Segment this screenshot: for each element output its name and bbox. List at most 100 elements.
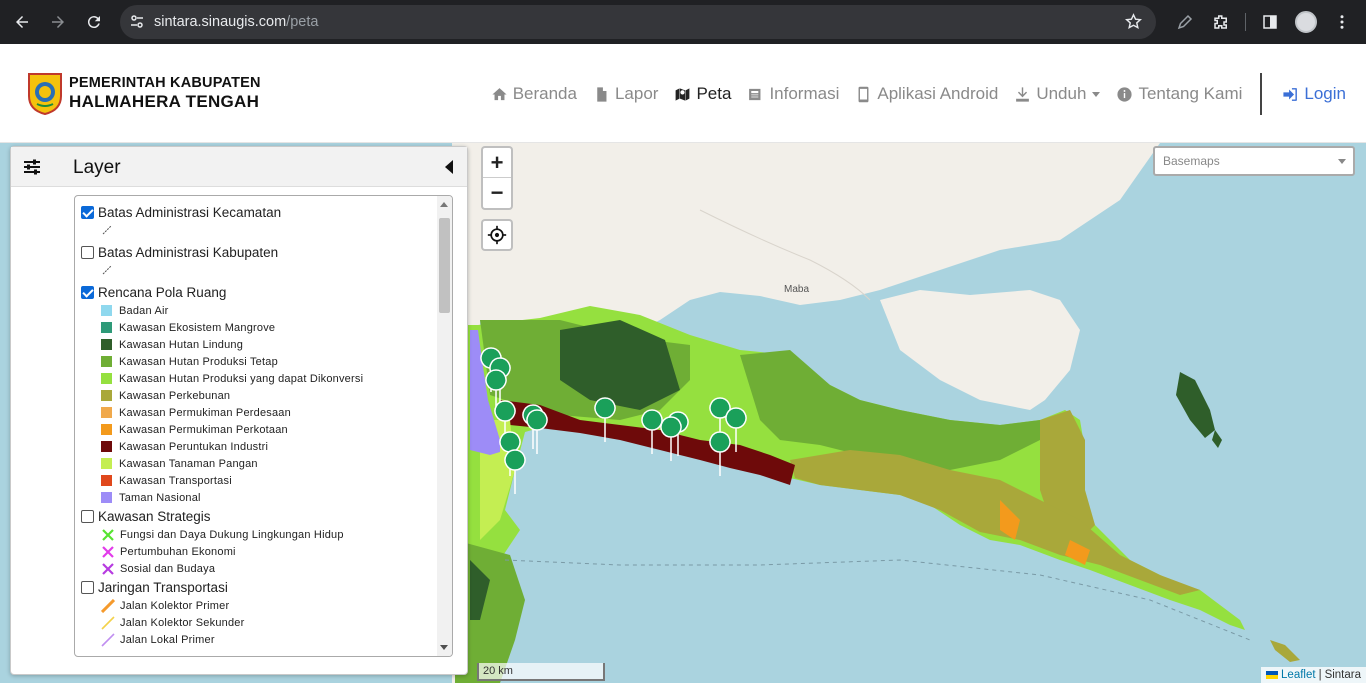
legend-item: Jalan Lokal Primer <box>81 631 439 648</box>
side-panel-icon[interactable] <box>1254 4 1286 40</box>
file-icon <box>597 86 607 102</box>
layer-checkbox[interactable] <box>81 205 94 219</box>
extensions-icon[interactable] <box>1205 4 1237 40</box>
nav-peta[interactable]: Peta <box>674 84 731 104</box>
legend-item: Pertumbuhan Ekonomi <box>81 543 439 560</box>
legend-swatch <box>101 424 112 435</box>
map-pin-icon <box>526 409 548 455</box>
home-icon <box>492 87 507 100</box>
road-line-icon <box>101 598 115 613</box>
legend-item: Taman Nasional <box>81 489 439 506</box>
legend-item: Sosial dan Budaya <box>81 560 439 577</box>
legend-label: Fungsi dan Daya Dukung Lingkungan Hidup <box>120 528 344 541</box>
legend-item: Kawasan Transportasi <box>81 472 439 489</box>
layer-toggle-kecamatan[interactable]: Batas Administrasi Kecamatan <box>81 202 439 222</box>
main-nav: Beranda Lapor Peta Informasi Aplikasi An… <box>475 73 1346 115</box>
legend-swatch <box>101 441 112 452</box>
scroll-down-icon[interactable] <box>440 645 448 650</box>
leaflet-link[interactable]: Leaflet <box>1266 669 1316 681</box>
chevron-down-icon <box>1092 91 1101 97</box>
x-mark-icon <box>102 562 114 575</box>
zoom-control: + − <box>481 146 513 210</box>
download-icon <box>1016 86 1030 102</box>
layer-panel-header: Layer <box>11 147 467 187</box>
reload-icon[interactable] <box>76 4 112 40</box>
sliders-icon[interactable] <box>23 158 41 176</box>
legend-label: Jalan Kolektor Primer <box>120 599 230 612</box>
brand-line-1: PEMERINTAH KABUPATEN <box>69 75 261 92</box>
map-pin-icon <box>709 431 731 477</box>
layer-toggle-jaringan-transportasi[interactable]: Jaringan Transportasi <box>81 577 439 597</box>
mobile-icon <box>858 86 869 102</box>
zoom-in-button[interactable]: + <box>483 148 511 178</box>
legend-swatch <box>101 305 112 316</box>
crosshair-icon <box>487 225 507 245</box>
toolbar-divider <box>1245 13 1246 31</box>
url-text[interactable]: sintara.sinaugis.com/peta <box>154 14 318 30</box>
layer-checkbox[interactable] <box>81 509 94 523</box>
pen-icon[interactable] <box>1169 4 1201 40</box>
legend-label: Kawasan Ekosistem Mangrove <box>119 321 276 334</box>
nav-beranda[interactable]: Beranda <box>491 84 577 104</box>
locate-button[interactable] <box>481 219 513 251</box>
legend-swatch <box>101 322 112 333</box>
layer-checkbox[interactable] <box>81 245 94 259</box>
legend-label: Badan Air <box>119 304 169 317</box>
legend-label: Kawasan Hutan Produksi Tetap <box>119 355 278 368</box>
layer-toggle-kawasan-strategis[interactable]: Kawasan Strategis <box>81 506 439 526</box>
legend-label: Kawasan Tanaman Pangan <box>119 457 258 470</box>
legend-swatch <box>101 339 112 350</box>
layer-toggle-pola-ruang[interactable]: Rencana Pola Ruang <box>81 282 439 302</box>
scroll-thumb[interactable] <box>439 218 450 313</box>
boundary-line-symbol <box>81 222 439 242</box>
legend-label: Sosial dan Budaya <box>120 562 216 575</box>
legend-swatch <box>101 492 112 503</box>
legend-label: Pertumbuhan Ekonomi <box>120 545 236 558</box>
collapse-panel-icon[interactable] <box>445 160 453 174</box>
legend-swatch <box>101 475 112 486</box>
layer-toggle-kabupaten[interactable]: Batas Administrasi Kabupaten <box>81 242 439 262</box>
nav-tentang-kami[interactable]: Tentang Kami <box>1116 84 1242 104</box>
zoom-out-button[interactable]: − <box>483 178 511 208</box>
forward-icon[interactable] <box>40 4 76 40</box>
sign-in-icon <box>1283 87 1298 101</box>
map-pin-icon <box>594 397 616 443</box>
layer-list[interactable]: Batas Administrasi Kecamatan Batas Admin… <box>74 195 453 657</box>
pola-ruang-legend: Badan Air Kawasan Ekosistem Mangrove Kawas… <box>81 302 439 506</box>
nav-lapor[interactable]: Lapor <box>593 84 658 104</box>
layer-list-scrollbar[interactable] <box>437 196 452 656</box>
nav-informasi[interactable]: Informasi <box>747 84 839 104</box>
legend-label: Kawasan Transportasi <box>119 474 232 487</box>
legend-item: Kawasan Perkebunan <box>81 387 439 404</box>
profile-avatar[interactable] <box>1290 4 1322 40</box>
site-info-icon[interactable] <box>120 14 154 30</box>
legend-label: Taman Nasional <box>119 491 201 504</box>
nav-divider <box>1260 73 1263 115</box>
nav-unduh-dropdown[interactable]: Unduh <box>1014 84 1101 104</box>
ukraine-flag-icon <box>1266 671 1279 679</box>
basemap-placeholder: Basemaps <box>1163 154 1220 168</box>
back-icon[interactable] <box>4 4 40 40</box>
scroll-up-icon[interactable] <box>440 202 448 207</box>
layer-checkbox[interactable] <box>81 580 94 594</box>
basemap-select[interactable]: Basemaps <box>1153 146 1355 176</box>
legend-label: Kawasan Permukiman Perkotaan <box>119 423 288 436</box>
legend-item: Kawasan Hutan Produksi yang dapat Dikonv… <box>81 370 439 387</box>
login-button[interactable]: Login <box>1282 84 1346 104</box>
map-pin-icon <box>504 449 526 495</box>
road-line-icon <box>101 615 115 630</box>
chevron-down-icon <box>1338 159 1346 164</box>
legend-label: Kawasan Hutan Produksi yang dapat Dikonv… <box>119 372 364 385</box>
legend-label: Kawasan Hutan Lindung <box>119 338 244 351</box>
layer-panel: Layer Batas Administrasi Kecamatan Batas… <box>10 146 468 675</box>
legend-swatch <box>101 390 112 401</box>
legend-item: Jalan Kolektor Primer <box>81 597 439 614</box>
more-menu-icon[interactable] <box>1326 4 1358 40</box>
address-bar[interactable]: sintara.sinaugis.com/peta <box>120 5 1156 39</box>
brand-logo[interactable]: PEMERINTAH KABUPATEN HALMAHERA TENGAH <box>25 70 261 116</box>
transportasi-legend: Jalan Kolektor Primer Jalan Kolektor Seku… <box>81 597 439 648</box>
brand-line-2: HALMAHERA TENGAH <box>69 91 260 111</box>
nav-aplikasi-android[interactable]: Aplikasi Android <box>855 84 998 104</box>
bookmark-star-icon[interactable] <box>1124 13 1143 35</box>
layer-checkbox[interactable] <box>81 285 94 299</box>
